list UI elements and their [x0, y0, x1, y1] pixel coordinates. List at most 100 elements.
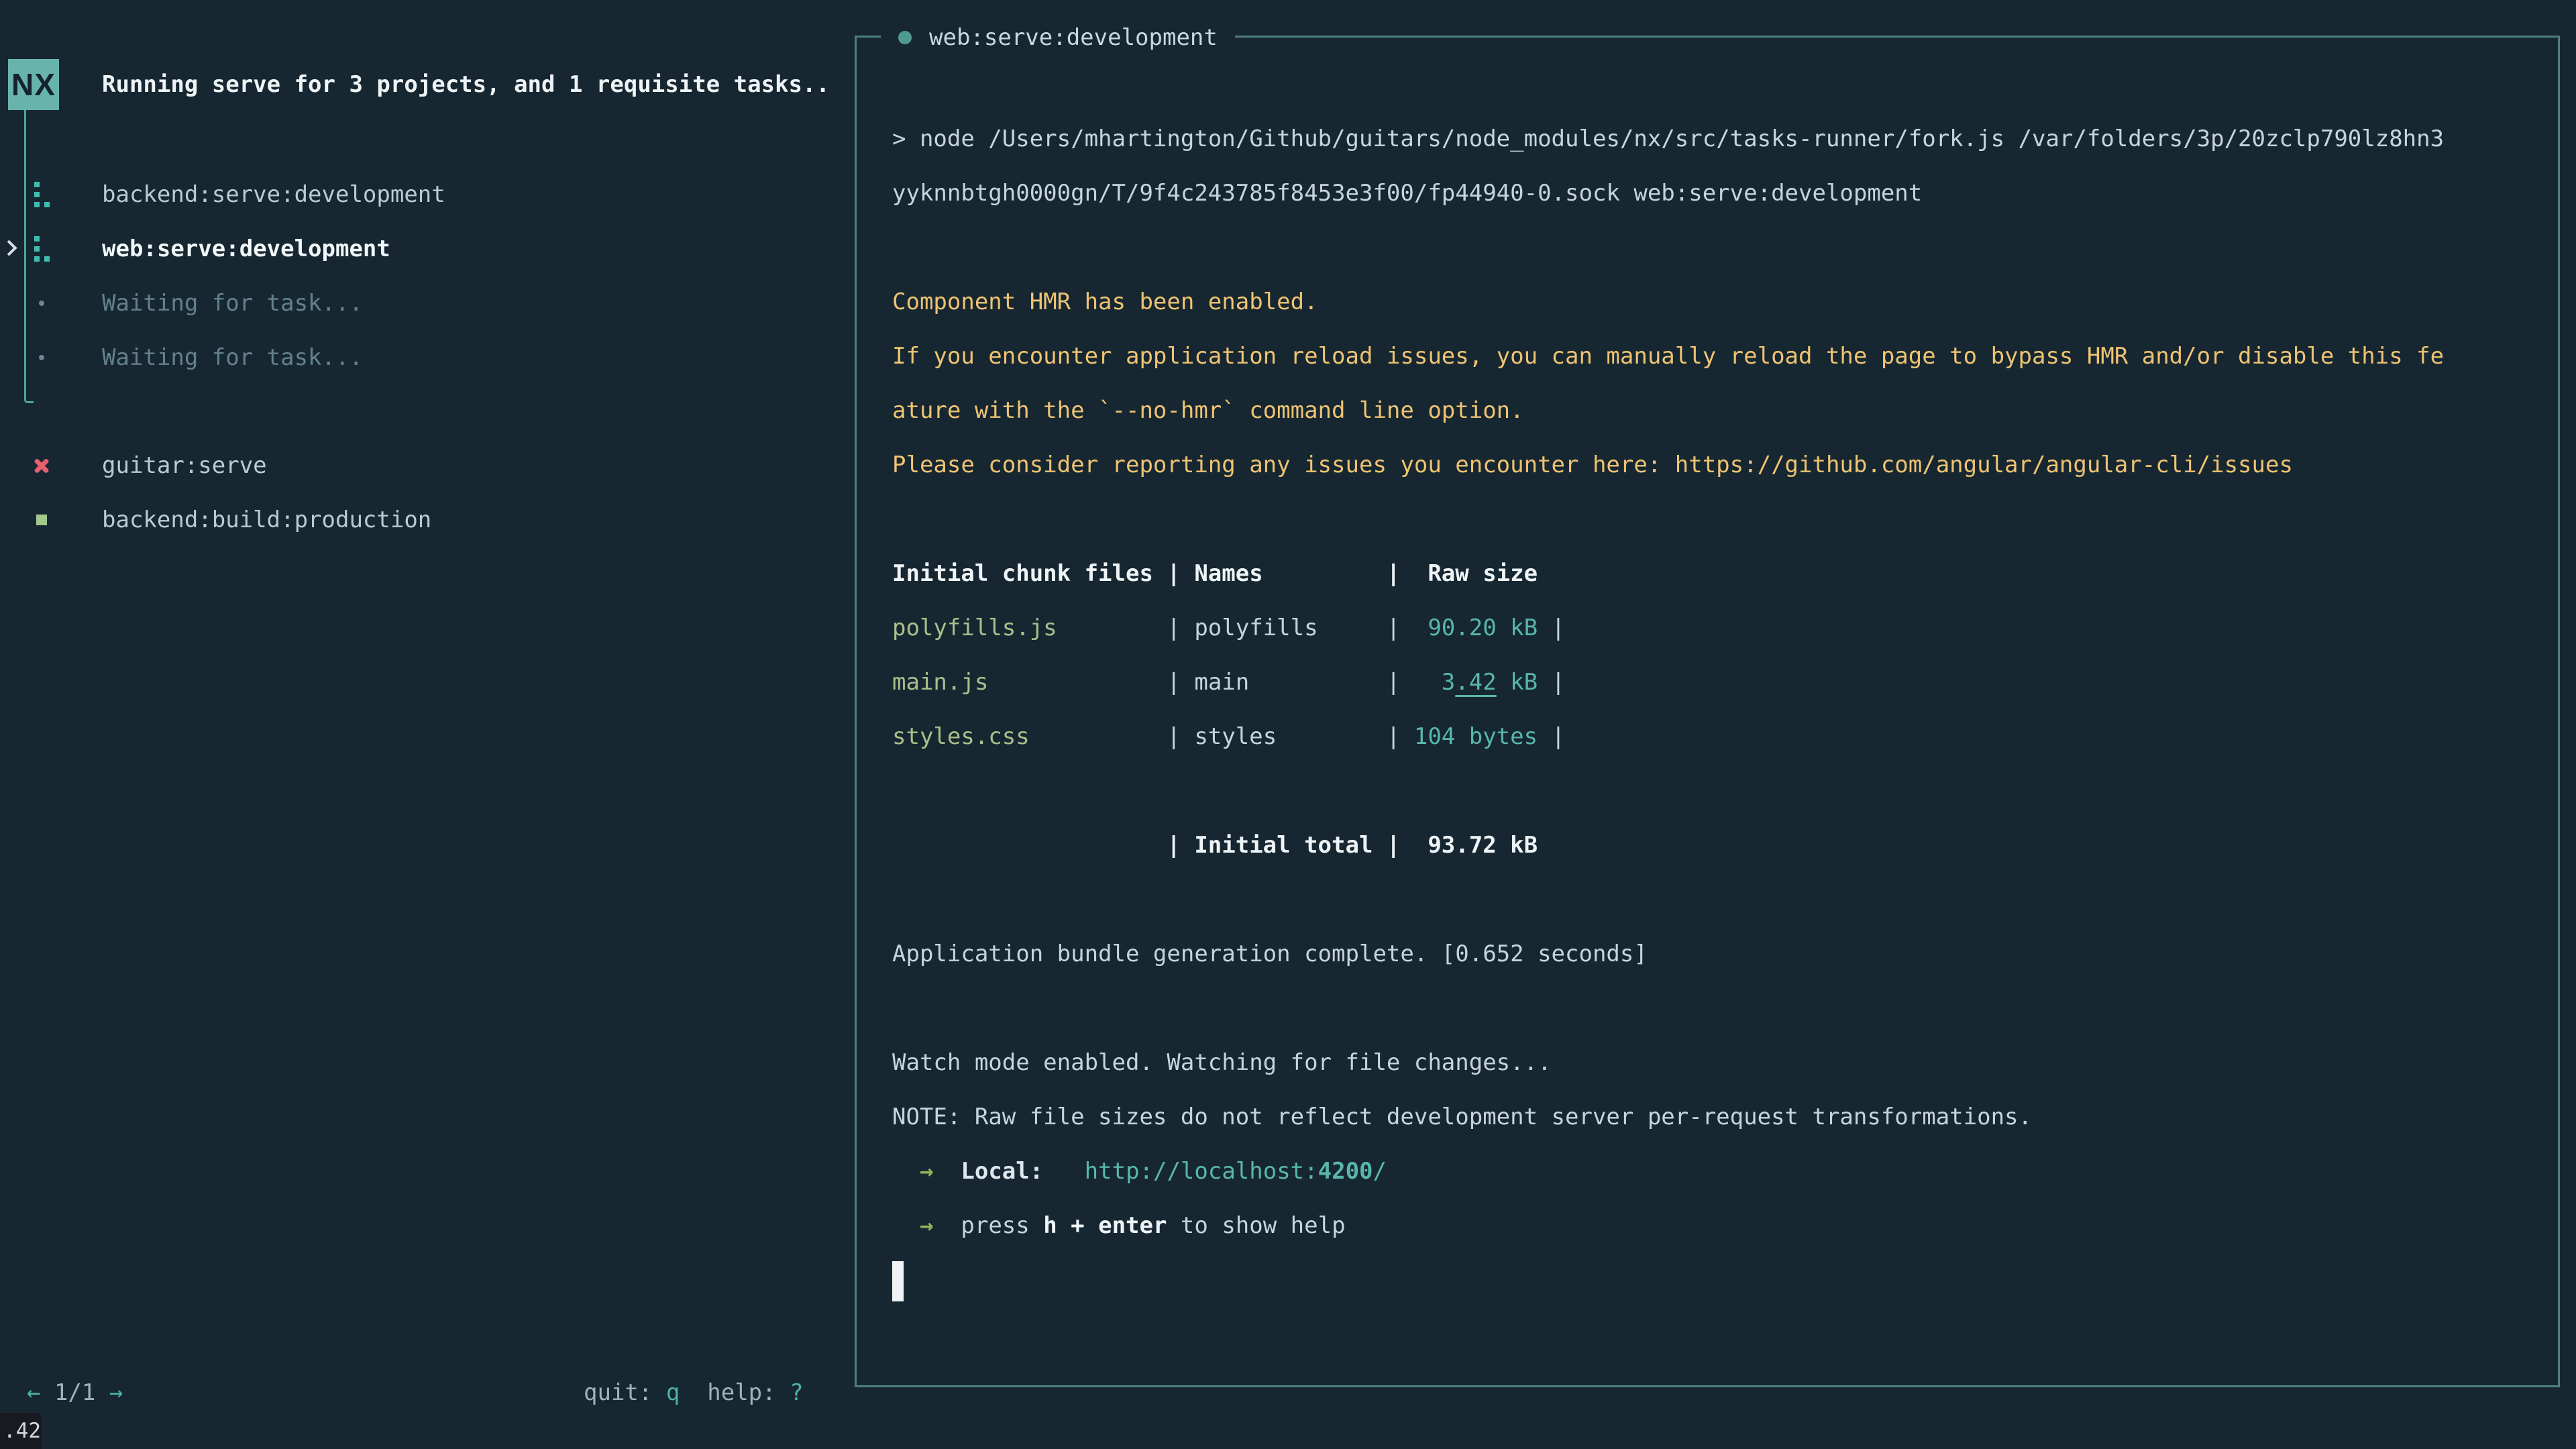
terminal-text-segment: 4200 [1318, 1158, 1373, 1185]
terminal-line: Application bundle generation complete. … [892, 927, 2444, 981]
dot-icon [39, 301, 44, 306]
task-icon-cell [30, 301, 54, 306]
task-label: Waiting for task... [102, 290, 363, 317]
pager: ← 1/1 → [27, 1365, 123, 1419]
terminal-line: yyknnbtgh0000gn/T/9f4c243785f8453e3f00/f… [892, 166, 2444, 221]
terminal-line: > node /Users/mhartington/Github/guitars… [892, 112, 2444, 166]
terminal-output: > node /Users/mhartington/Github/guitars… [892, 112, 2444, 1307]
spinner-icon [39, 236, 44, 262]
terminal-text-segment: Please consider reporting any issues you… [892, 451, 2293, 478]
terminal-text-segment: kB [1497, 669, 1538, 696]
terminal-text-segment [933, 1212, 961, 1239]
cross-icon [34, 458, 50, 474]
terminal-line [892, 221, 2444, 275]
terminal-text-segment: 90.20 kB [1414, 614, 1538, 641]
terminal-text-segment: If you encounter application reload issu… [892, 343, 2444, 370]
terminal-line: polyfills.js | polyfills | 90.20 kB | [892, 601, 2444, 655]
terminal-text-segment: press [961, 1212, 1043, 1239]
terminal-line [892, 764, 2444, 818]
terminal-text-segment: > node /Users/mhartington/Github/guitars… [892, 125, 2444, 152]
corner-overlay: .42 [0, 1413, 42, 1449]
page-indicator: 1/1 [40, 1379, 109, 1406]
terminal-text-segment: → [920, 1212, 933, 1239]
panel-title-text: web:serve:development [929, 24, 1218, 51]
task-icon-cell [30, 515, 54, 525]
terminal-text-segment: to show help [1167, 1212, 1345, 1239]
terminal-line: → press h + enter to show help [892, 1199, 2444, 1253]
task-status-dot-icon [898, 31, 912, 44]
terminal-text-segment: | styles | [1030, 723, 1414, 750]
terminal-text-segment: yyknnbtgh0000gn/T/9f4c243785f8453e3f00/f… [892, 180, 1922, 207]
task-label: backend:serve:development [102, 181, 445, 208]
terminal-line [892, 873, 2444, 927]
terminal-text-segment: main.js [892, 669, 988, 696]
dot-icon [39, 355, 44, 360]
spinner-icon [39, 182, 44, 207]
terminal-text-segment: | polyfills | [1057, 614, 1414, 641]
terminal-text-segment: .42 [1455, 669, 1496, 696]
task-label: web:serve:development [102, 235, 390, 262]
terminal-line: Watch mode enabled. Watching for file ch… [892, 1036, 2444, 1090]
task-icon-cell [30, 236, 54, 262]
task-row[interactable]: Waiting for task... [0, 330, 852, 384]
task-row[interactable]: backend:build:production [0, 492, 852, 547]
terminal-text-segment: → [920, 1158, 933, 1185]
selection-caret-icon [1, 239, 17, 256]
hint-key: ? [790, 1379, 803, 1406]
terminal-text-segment [892, 1212, 920, 1239]
terminal-text-segment: / [1373, 1158, 1387, 1185]
terminal-text-segment: Local: [961, 1158, 1043, 1185]
terminal-line: Please consider reporting any issues you… [892, 438, 2444, 492]
task-row[interactable]: backend:serve:development [0, 167, 852, 221]
terminal-cursor [892, 1261, 904, 1301]
terminal-text-segment: | main | [988, 669, 1414, 696]
terminal-line: main.js | main | 3.42 kB | [892, 655, 2444, 710]
terminal-text-segment: | Initial total | 93.72 kB [892, 832, 1538, 859]
hint-key: q [666, 1379, 680, 1406]
task-row[interactable]: Waiting for task... [0, 276, 852, 330]
terminal-line: ature with the `--no-hmr` command line o… [892, 384, 2444, 438]
page-left-arrow-icon[interactable]: ← [27, 1379, 40, 1406]
terminal-text-segment: 3 [1414, 669, 1455, 696]
terminal-line: NOTE: Raw file sizes do not reflect deve… [892, 1090, 2444, 1144]
terminal-line [892, 492, 2444, 547]
terminal-line: styles.css | styles | 104 bytes | [892, 710, 2444, 764]
hint-label: quit: [584, 1379, 666, 1406]
terminal-text-segment [892, 1158, 920, 1185]
terminal-text-segment: Component HMR has been enabled. [892, 288, 1318, 315]
task-icon-cell [30, 355, 54, 360]
sidebar-heading: Running serve for 3 projects, and 1 requ… [102, 59, 830, 110]
nx-logo: NX [8, 59, 59, 110]
terminal-line: → Local: http://localhost:4200/ [892, 1144, 2444, 1199]
terminal-text-segment: h + enter [1043, 1212, 1167, 1239]
terminal-line: | Initial total | 93.72 kB [892, 818, 2444, 873]
terminal-text-segment: NOTE: Raw file sizes do not reflect deve… [892, 1104, 2032, 1130]
task-label: backend:build:production [102, 506, 431, 533]
task-label: guitar:serve [102, 452, 267, 479]
terminal-text-segment [933, 1158, 961, 1185]
page-right-arrow-icon[interactable]: → [109, 1379, 123, 1406]
task-row[interactable]: web:serve:development [0, 221, 852, 276]
terminal-text-segment: | [1538, 614, 1578, 641]
task-row[interactable]: guitar:serve [0, 438, 852, 492]
task-icon-cell [30, 458, 54, 474]
terminal-line: If you encounter application reload issu… [892, 329, 2444, 384]
terminal-line [892, 981, 2444, 1036]
nx-tui-screen: NX Running serve for 3 projects, and 1 r… [0, 0, 2576, 1449]
hint-label: help: [680, 1379, 790, 1406]
task-icon-cell [30, 182, 54, 207]
terminal-line: Component HMR has been enabled. [892, 275, 2444, 329]
terminal-text-segment: Application bundle generation complete. … [892, 941, 1648, 967]
terminal-line [892, 1253, 2444, 1307]
terminal-text-segment: polyfills.js [892, 614, 1057, 641]
terminal-text-segment [1043, 1158, 1084, 1185]
terminal-text-segment: | [1538, 669, 1578, 696]
terminal-text-segment: | [1538, 723, 1578, 750]
panel-title: web:serve:development [881, 21, 1235, 54]
terminal-text-segment: styles.css [892, 723, 1030, 750]
terminal-line: Initial chunk files | Names | Raw size [892, 547, 2444, 601]
terminal-text-segment: 104 bytes [1414, 723, 1538, 750]
terminal-text-segment: Watch mode enabled. Watching for file ch… [892, 1049, 1552, 1076]
keyboard-hints: quit: q help: ? [584, 1365, 804, 1419]
task-output-panel: web:serve:development > node /Users/mhar… [855, 36, 2560, 1387]
